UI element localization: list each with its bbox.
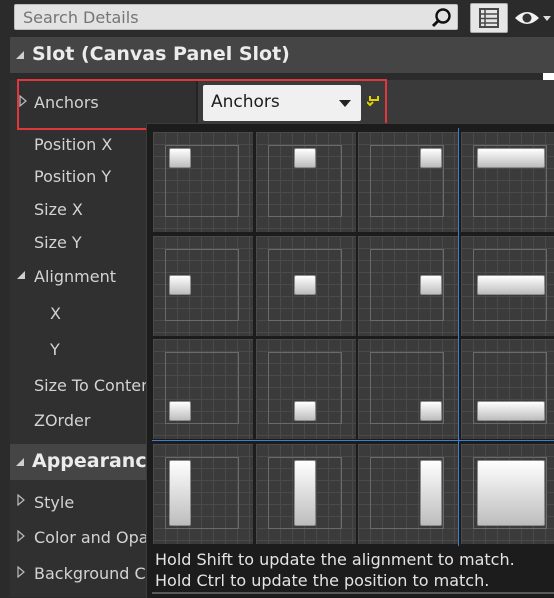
alignment-label: Alignment xyxy=(34,267,116,286)
section-title: Slot (Canvas Panel Slot) xyxy=(32,43,290,65)
search-input[interactable] xyxy=(14,4,458,30)
eye-button[interactable] xyxy=(512,3,554,33)
anchor-bottom-right[interactable] xyxy=(358,339,458,439)
anchor-top-stretch[interactable] xyxy=(461,132,554,232)
position-y-label: Position Y xyxy=(34,167,112,186)
anchor-bottom-center[interactable] xyxy=(256,339,356,439)
grid-view-button[interactable] xyxy=(470,3,508,33)
anchor-center[interactable] xyxy=(256,236,356,336)
background-color-label: Background Co xyxy=(34,564,156,583)
grid-view-icon xyxy=(479,8,499,28)
search-icon[interactable] xyxy=(430,7,452,29)
anchor-center-right[interactable] xyxy=(358,236,458,336)
style-label: Style xyxy=(34,493,75,512)
size-to-content-label: Size To Content xyxy=(34,376,158,395)
eye-icon xyxy=(515,12,551,24)
anchor-center-stretch-vertical[interactable] xyxy=(256,444,356,544)
guide-line-vertical xyxy=(458,128,459,546)
triangle-expander-icon xyxy=(16,458,24,466)
size-y-label: Size Y xyxy=(34,233,82,252)
anchor-fill[interactable] xyxy=(461,444,554,544)
color-and-opacity-label: Color and Opac xyxy=(34,528,158,547)
triangle-expander-icon xyxy=(16,51,24,59)
anchor-center-left[interactable] xyxy=(153,236,253,336)
alignment-x-label: X xyxy=(50,304,61,323)
triangle-expander-icon[interactable] xyxy=(17,494,25,506)
anchor-top-left[interactable] xyxy=(153,132,253,232)
anchor-left-stretch-vertical[interactable] xyxy=(153,444,253,544)
anchor-center-stretch[interactable] xyxy=(461,236,554,336)
size-x-label: Size X xyxy=(34,200,83,219)
triangle-expander-icon[interactable] xyxy=(16,270,26,280)
popup-border xyxy=(152,592,554,594)
anchor-right-stretch-vertical[interactable] xyxy=(358,444,458,544)
anchor-top-right[interactable] xyxy=(358,132,458,232)
anchor-bottom-stretch[interactable] xyxy=(461,339,554,439)
triangle-expander-icon[interactable] xyxy=(17,530,25,542)
section-title: Appearance xyxy=(32,450,160,472)
alignment-y-label: Y xyxy=(50,340,60,359)
shift-hint: Hold Shift to update the alignment to ma… xyxy=(155,550,515,569)
zorder-label: ZOrder xyxy=(34,411,91,430)
ctrl-hint: Hold Ctrl to update the position to matc… xyxy=(155,571,490,590)
anchor-bottom-left[interactable] xyxy=(153,339,253,439)
guide-line-horizontal xyxy=(152,440,554,441)
triangle-expander-icon[interactable] xyxy=(17,566,25,578)
slot-section-header[interactable]: Slot (Canvas Panel Slot) xyxy=(10,37,554,73)
position-x-label: Position X xyxy=(34,135,113,154)
anchor-top-center[interactable] xyxy=(256,132,356,232)
appearance-section-header[interactable]: Appearance xyxy=(10,444,159,480)
